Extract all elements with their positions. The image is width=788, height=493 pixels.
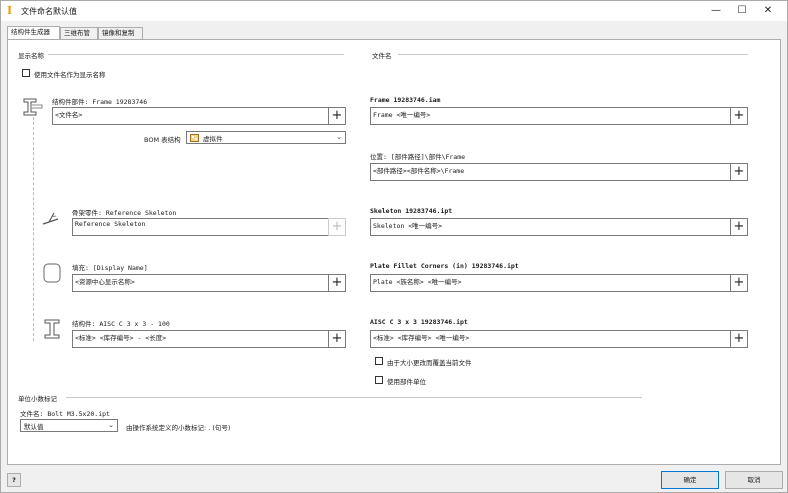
dialog-window: I 文件命名默认值 — ☐ ✕ 结构件生成器 三维布管 镜像和复制 显示名称 文… [0, 0, 788, 493]
skeleton-display-label: 骨架零件: Reference Skeleton [72, 209, 177, 217]
member-display-add-button[interactable]: + [328, 330, 346, 348]
filename-divider [398, 54, 748, 55]
phantom-icon [190, 134, 199, 142]
frame-assembly-icon [23, 98, 43, 116]
display-name-section-label: 显示名称 [18, 52, 44, 60]
skeleton-display-field[interactable]: Reference Skeleton [72, 218, 330, 236]
decimal-section-label: 单位小数标记 [18, 395, 57, 403]
frame-display-add-button[interactable]: + [328, 107, 346, 125]
skeleton-display-add-button[interactable]: + [328, 218, 346, 236]
tab-mirror-copy[interactable]: 镜像和复制 [98, 27, 143, 39]
cancel-button[interactable]: 取消 [725, 471, 783, 489]
title-bar: I 文件命名默认值 — ☐ ✕ [1, 1, 787, 21]
chevron-down-icon: ⌄ [108, 421, 114, 429]
filename-section-label: 文件名 [372, 52, 392, 60]
skeleton-part-icon [42, 212, 59, 225]
tab-panel: 显示名称 文件名 使用文件名作为显示名称 结构件部件: Frame 192837… [7, 39, 781, 465]
member-filename-field[interactable]: <标准> <库存编号> <唯一编号> [370, 330, 732, 348]
tab-tube-and-pipe[interactable]: 三维布管 [60, 27, 98, 39]
location-add-button[interactable]: + [730, 163, 748, 181]
location-field[interactable]: <部件路径><部件名称>\Frame [370, 163, 732, 181]
skeleton-filename-add-button[interactable]: + [730, 218, 748, 236]
close-button[interactable]: ✕ [755, 3, 781, 19]
member-filename-label: AISC C 3 x 3 19283746.ipt [370, 318, 468, 326]
frame-filename-field[interactable]: Frame <唯一编号> [370, 107, 732, 125]
plate-display-add-button[interactable]: + [328, 274, 346, 292]
bom-structure-label: BOM 表结构 [144, 136, 181, 144]
display-name-divider [48, 54, 344, 55]
use-units-label: 使用部件单位 [387, 378, 426, 386]
decimal-marker-select[interactable]: 默认值 ⌄ [20, 419, 118, 432]
bom-structure-select[interactable]: 虚拟件 ⌄ [186, 131, 346, 144]
inventor-app-icon: I [7, 4, 13, 17]
member-display-field[interactable]: <标准> <库存编号> - <长度> [72, 330, 330, 348]
overwrite-checkbox[interactable] [375, 357, 383, 365]
plate-display-label: 填充: [Display Name] [72, 264, 148, 272]
use-filename-label: 使用文件名作为显示名称 [34, 71, 106, 79]
use-units-checkbox[interactable] [375, 376, 383, 384]
channel-member-icon [44, 319, 60, 339]
use-filename-checkbox[interactable] [22, 69, 30, 77]
plate-filename-label: Plate Fillet Corners (in) 19283746.ipt [370, 262, 519, 270]
help-button[interactable]: ? [7, 473, 21, 487]
skeleton-filename-label: Skeleton 19283746.ipt [370, 207, 453, 215]
decimal-note: 由操作系统定义的小数标记: . (句号) [126, 424, 231, 432]
frame-display-field[interactable]: <文件名> [52, 107, 330, 125]
decimal-divider [66, 397, 642, 398]
plate-filename-add-button[interactable]: + [730, 274, 748, 292]
window-title: 文件命名默认值 [21, 7, 77, 16]
plate-display-field[interactable]: <资源中心显示名称> [72, 274, 330, 292]
tab-frame-generator[interactable]: 结构件生成器 [7, 26, 60, 39]
plate-filename-field[interactable]: Plate <族名称> <唯一编号> [370, 274, 732, 292]
skeleton-filename-field[interactable]: Skeleton <唯一编号> [370, 218, 732, 236]
maximize-button[interactable]: ☐ [729, 3, 755, 19]
frame-display-label: 结构件部件: Frame 19283746 [52, 98, 148, 106]
frame-filename-add-button[interactable]: + [730, 107, 748, 125]
overwrite-label: 由于大小更改而覆盖当前文件 [387, 359, 472, 367]
member-filename-add-button[interactable]: + [730, 330, 748, 348]
minimize-button[interactable]: — [703, 3, 729, 19]
plate-corner-icon [43, 263, 61, 283]
member-display-label: 结构件: AISC C 3 x 3 - 100 [72, 320, 170, 328]
location-label: 位置: [部件路径]\部件\Frame [370, 153, 466, 161]
decimal-filename-label: 文件名: Bolt M3.5x20.ipt [20, 410, 110, 418]
chevron-down-icon: ⌄ [336, 133, 342, 141]
frame-filename-label: Frame 19283746.iam [370, 96, 441, 104]
ok-button[interactable]: 确定 [661, 471, 719, 489]
tree-connector [33, 117, 34, 341]
